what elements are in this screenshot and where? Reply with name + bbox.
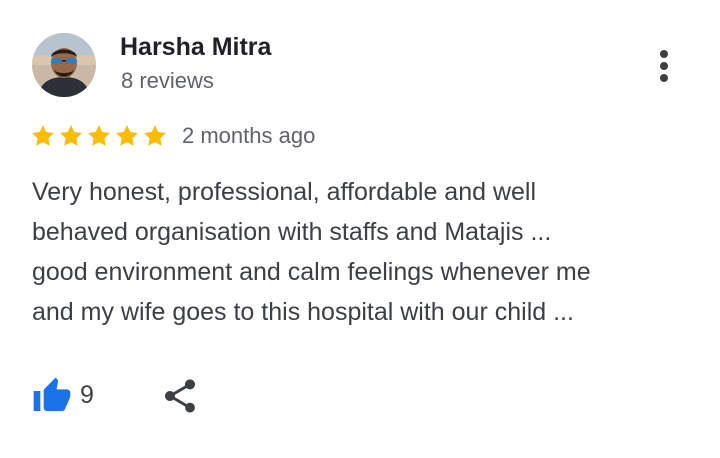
- review-card: Harsha Mitra 8 reviews 2 months ago Very…: [0, 0, 720, 458]
- star-icon: [116, 125, 138, 146]
- star-icon: [60, 125, 82, 146]
- star-icon: [32, 125, 54, 146]
- star-icon: [144, 125, 166, 146]
- review-text-line: and my wife goes to this hospital with o…: [32, 298, 574, 326]
- share-button[interactable]: [160, 376, 200, 418]
- like-button[interactable]: [32, 376, 74, 418]
- avatar-photo: [32, 33, 96, 97]
- like-count: 9: [80, 381, 94, 409]
- author-name[interactable]: Harsha Mitra: [120, 33, 271, 62]
- author-avatar[interactable]: [32, 33, 96, 97]
- review-text-line: behaved organisation with staffs and Mat…: [32, 218, 552, 246]
- rating-row: 2 months ago: [30, 118, 315, 154]
- star-rating: [30, 123, 170, 149]
- star-icon: [88, 125, 110, 146]
- share-icon: [165, 379, 195, 413]
- review-text-line: good environment and calm feelings whene…: [32, 258, 591, 286]
- review-text-line: Very honest, professional, affordable an…: [32, 178, 537, 206]
- review-time: 2 months ago: [182, 123, 316, 148]
- author-review-count: 8 reviews: [121, 68, 214, 93]
- thumbs-up-icon: [33, 377, 71, 411]
- more-options-button[interactable]: [648, 44, 680, 88]
- review-text[interactable]: Very honest, professional, affordable an…: [32, 172, 692, 332]
